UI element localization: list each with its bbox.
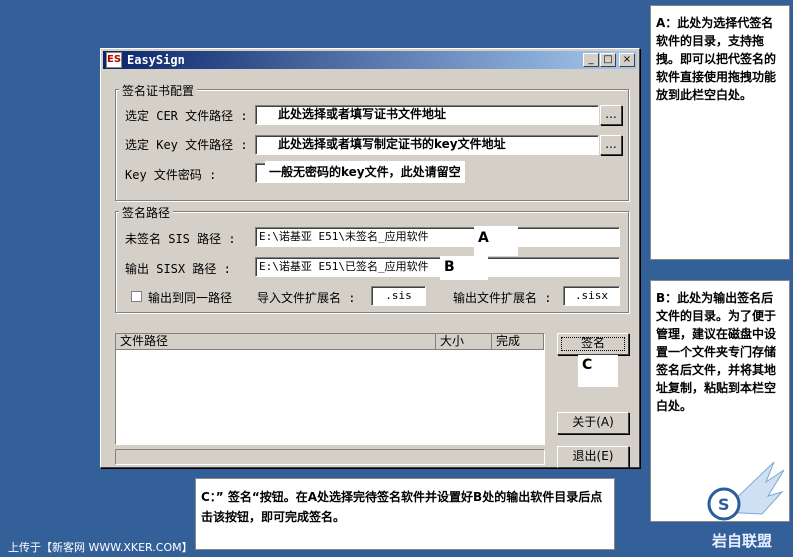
tag-c: C — [578, 355, 618, 387]
key-path-label: 选定 Key 文件路径 : — [125, 138, 248, 152]
col-header-path[interactable]: 文件路径 — [116, 334, 436, 350]
same-path-label: 输出到同一路径 — [148, 291, 233, 305]
sis-path-label: 未签名 SIS 路径 : — [125, 232, 236, 246]
window-title: EasySign — [127, 53, 185, 67]
maximize-button[interactable]: □ — [600, 53, 616, 67]
cer-path-label: 选定 CER 文件路径 : — [125, 109, 248, 123]
export-ext-label: 输出文件扩展名 : — [453, 291, 552, 305]
easysign-window: ES EasySign _ □ × 签名证书配置 选定 CER 文件路径 : 此… — [100, 48, 640, 468]
key-password-label: Key 文件密码 : — [125, 168, 217, 182]
tag-a: A — [474, 226, 518, 256]
col-header-size[interactable]: 大小 — [436, 334, 492, 350]
sign-button[interactable]: 签名 — [557, 333, 629, 355]
desktop: { "window": { "title": "EasySign", "icon… — [0, 0, 793, 557]
tag-b: B — [440, 256, 488, 280]
minimize-button[interactable]: _ — [583, 53, 599, 67]
file-list[interactable]: 文件路径 大小 完成 — [115, 333, 545, 445]
col-header-done[interactable]: 完成 — [492, 334, 544, 350]
close-button[interactable]: × — [619, 53, 635, 67]
logo-text: 岩自联盟 — [712, 532, 773, 550]
note-c: C：” 签名“按钮。在A处选择完待签名软件并设置好B处的输出软件目录后点击该按钮… — [195, 478, 615, 550]
exit-button[interactable]: 退出(E) — [557, 446, 629, 468]
key-browse-button[interactable]: ... — [600, 135, 622, 155]
title-bar[interactable]: ES EasySign _ □ × — [103, 51, 637, 69]
upload-credit: 上传于【新客网 WWW.XKER.COM】 — [8, 541, 193, 554]
note-a: A：此处为选择代签名软件的目录，支持拖拽。即可以把代签名的软件直接使用拖拽功能放… — [650, 5, 790, 260]
cert-group-title: 签名证书配置 — [119, 82, 198, 99]
same-path-checkbox[interactable] — [131, 291, 142, 302]
app-icon: ES — [106, 52, 122, 68]
password-hint: 一般无密码的key文件，此处请留空 — [265, 161, 465, 183]
import-ext-input[interactable]: .sis — [371, 286, 426, 306]
path-group-title: 签名路径 — [119, 204, 174, 221]
export-ext-input[interactable]: .sisx — [563, 286, 620, 306]
watermark-logo: S 岩自联盟 — [704, 452, 789, 552]
sisx-path-label: 输出 SISX 路径 : — [125, 262, 231, 276]
cer-browse-button[interactable]: ... — [600, 105, 622, 125]
cer-path-input[interactable]: 此处选择或者填写证书文件地址 — [255, 105, 599, 125]
key-path-input[interactable]: 此处选择或者填写制定证书的key文件地址 — [255, 135, 599, 155]
about-button[interactable]: 关于(A) — [557, 412, 629, 434]
sisx-path-input[interactable]: E:\诺基亚 E51\已签名_应用软件 — [255, 257, 620, 277]
status-bar — [115, 449, 545, 465]
sis-path-input[interactable]: E:\诺基亚 E51\未签名_应用软件 — [255, 227, 620, 247]
svg-text:S: S — [718, 495, 730, 514]
import-ext-label: 导入文件扩展名 : — [257, 291, 356, 305]
